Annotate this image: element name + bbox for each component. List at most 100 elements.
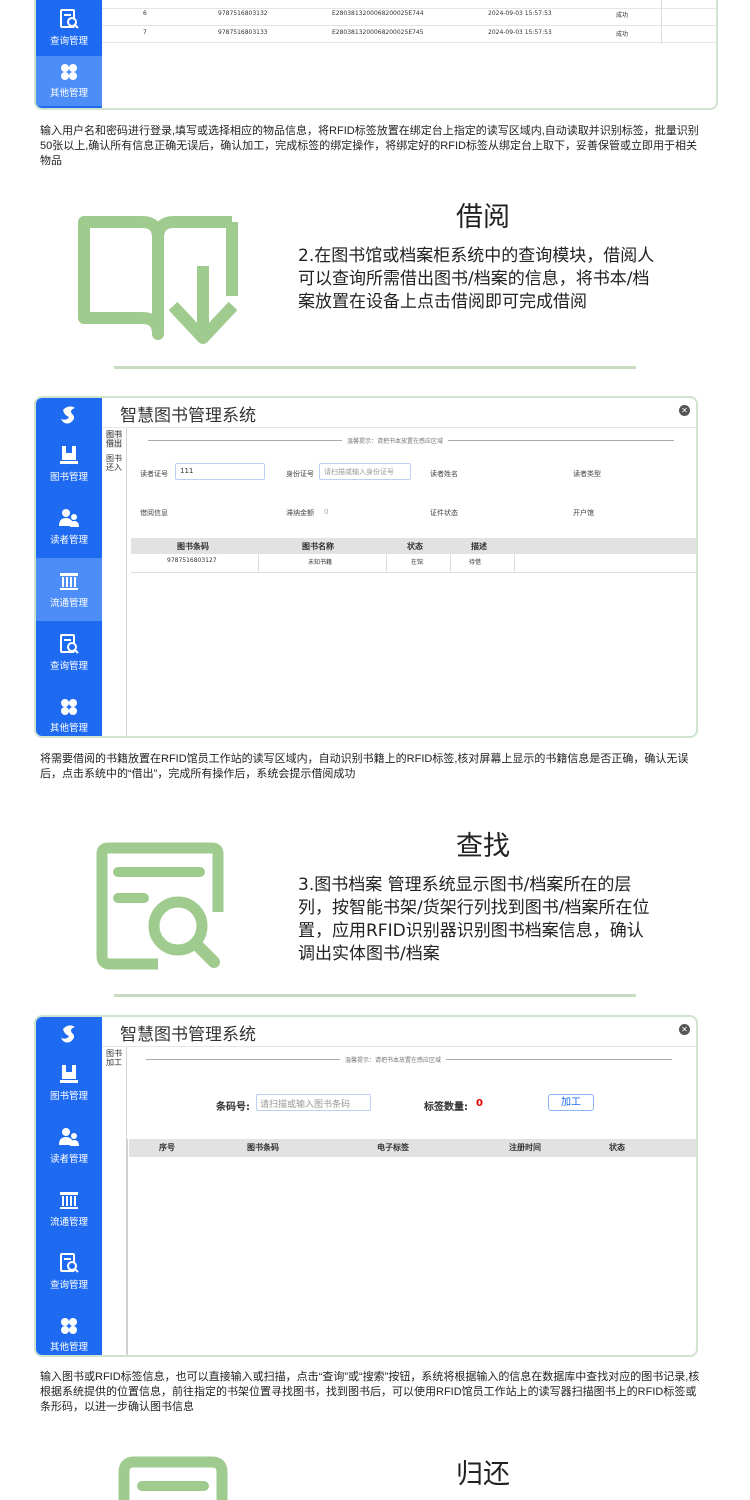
table-header: 序号 图书条码 电子标签 注册时间 状态 (129, 1139, 696, 1157)
row-status: 成功 (616, 31, 629, 38)
users-icon (59, 508, 79, 527)
sidebar-item-label: 其他管理 (49, 1341, 88, 1353)
sidebar-item-label: 图书管理 (49, 1090, 88, 1102)
sidebar-item-other[interactable]: 其他管理 (36, 1303, 102, 1355)
id-label: 身份证号 (286, 470, 314, 478)
row-time: 2024-09-03 15:57:53 (488, 10, 552, 17)
sidebar-item-query[interactable]: 查询管理 (36, 0, 102, 56)
close-icon[interactable]: ✕ (679, 405, 690, 416)
search-doc-icon (60, 633, 79, 654)
title-bar: 智慧图书管理系统 ✕ (102, 1017, 696, 1047)
sidebar: 图书管理 读者管理 流通管理 查询管理 其他管理 (36, 398, 102, 736)
divider (114, 994, 636, 997)
row-rfid: E2803813200068200025E744 (332, 10, 424, 17)
card-number-input[interactable]: 111 (175, 463, 265, 480)
id-number-input[interactable]: 请扫描或输入身份证号 (319, 463, 411, 480)
barcode-input[interactable]: 请扫描或输入图书条码 (256, 1094, 371, 1111)
card-label: 读者证号 (140, 470, 168, 478)
sidebar-item-circulation[interactable]: 流通管理 (36, 558, 102, 621)
borrow-info-label: 借阅信息 (140, 509, 168, 517)
row-number: 6 (143, 10, 147, 17)
sidebar-item-label: 查询管理 (49, 36, 88, 47)
table-row: 7 9787516803133 E2803813200068200025E745… (102, 29, 716, 43)
tab-return[interactable]: 图书还入 (106, 454, 122, 472)
branch-label: 开户馆 (573, 509, 594, 517)
app-logo (36, 1017, 102, 1051)
sidebar-item-readers[interactable]: 读者管理 (36, 1114, 102, 1177)
barcode-label: 条码号: (216, 1102, 250, 1113)
row-time: 2024-09-03 15:57:53 (488, 29, 552, 36)
row-rfid: E2803813200068200025E745 (332, 29, 424, 36)
sidebar-item-books[interactable]: 图书管理 (36, 1051, 102, 1114)
feature-title-return: 归还 (456, 1459, 510, 1490)
tab-process[interactable]: 图书加工 (106, 1049, 122, 1067)
divider (114, 366, 636, 369)
feature-desc-borrow: 2.在图书馆或档案柜系统中的查询模块，借阅人可以查询所需借出图书/档案的信息，将… (298, 246, 655, 312)
process-app-window: 图书管理 读者管理 流通管理 查询管理 其他管理 智慧图书管理系统 ✕ 图书加工… (34, 1015, 698, 1357)
name-label: 读者姓名 (430, 470, 458, 478)
hint-text: 温馨提示：请把书本放置在感应区域 (342, 436, 449, 445)
sidebar-item-label: 查询管理 (49, 1279, 88, 1291)
feature-title-search: 查找 (456, 831, 510, 862)
vertical-tabs: 图书加工 (102, 1047, 127, 1355)
borrow-app-window: 图书管理 读者管理 流通管理 查询管理 其他管理 智慧图书管理系统 ✕ 图书借出… (34, 396, 698, 738)
caption-search: 输入图书或RFID标签信息，也可以直接输入或扫描，点击“查询”或“搜索”按钮，系… (40, 1371, 700, 1413)
book-download-icon (78, 216, 238, 344)
sidebar: 查询管理 其他管理 (36, 0, 102, 108)
title-bar: 智慧图书管理系统 ✕ (102, 398, 696, 428)
sidebar-item-label: 读者管理 (49, 534, 88, 546)
tab-borrow[interactable]: 图书借出 (106, 430, 122, 448)
app-logo (36, 398, 102, 432)
sidebar-item-query[interactable]: 查询管理 (36, 1240, 102, 1303)
process-button[interactable]: 加工 (548, 1094, 594, 1111)
grid-icon (61, 698, 77, 715)
tag-count-label: 标签数量: (424, 1102, 468, 1113)
bookshelf-icon (60, 1191, 78, 1209)
deposit-label: 滞纳金额 (286, 509, 314, 517)
table-row[interactable]: 9787516803127 未知书籍 在馆 待借 (131, 557, 696, 571)
users-icon (59, 1127, 79, 1146)
feature-desc-search: 3.图书档案 管理系统显示图书/档案所在的层列，按智能书架/货架行列找到图书/档… (298, 875, 650, 964)
table-header: 图书条码 图书名称 状态 描述 (131, 538, 696, 554)
book-icon (60, 445, 78, 464)
app-title: 智慧图书管理系统 (120, 1025, 256, 1044)
sidebar: 图书管理 读者管理 流通管理 查询管理 其他管理 (36, 1017, 102, 1355)
sidebar-item-query[interactable]: 查询管理 (36, 621, 102, 684)
sidebar-item-other[interactable]: 其他管理 (36, 56, 102, 106)
close-icon[interactable]: ✕ (679, 1024, 690, 1035)
sidebar-item-label: 查询管理 (49, 660, 88, 672)
bookshelf-icon (60, 572, 78, 590)
sidebar-item-label: 其他管理 (49, 722, 88, 734)
app-title: 智慧图书管理系统 (120, 406, 256, 425)
sidebar-item-label: 读者管理 (49, 1153, 88, 1165)
vertical-divider (127, 1139, 128, 1355)
sidebar-item-label: 图书管理 (49, 471, 88, 483)
search-doc-icon (60, 1252, 79, 1273)
return-icon (118, 1456, 228, 1500)
row-barcode: 9787516803133 (218, 29, 268, 36)
vertical-tabs: 图书借出 图书还入 (102, 428, 127, 736)
sidebar-item-books[interactable]: 图书管理 (36, 432, 102, 495)
search-doc-icon (60, 9, 79, 29)
document-search-icon (96, 842, 224, 970)
feature-title-borrow: 借阅 (456, 202, 510, 233)
book-icon (60, 1064, 78, 1083)
row-number: 7 (143, 29, 147, 36)
type-label: 读者类型 (573, 470, 601, 478)
row-barcode: 9787516803132 (218, 10, 268, 17)
sidebar-item-label: 流通管理 (49, 597, 88, 609)
row-status: 成功 (616, 12, 629, 19)
sidebar-item-label: 流通管理 (49, 1216, 88, 1228)
hint-text: 温馨提示：请把书本放置在感应区域 (340, 1055, 447, 1064)
caption-binding: 输入用户名和密码进行登录,填写或选择相应的物品信息，将RFID标签放置在绑定台上… (40, 125, 699, 167)
grid-icon (61, 1317, 77, 1334)
grid-icon (61, 64, 77, 80)
sidebar-item-circulation[interactable]: 流通管理 (36, 1177, 102, 1240)
sidebar-item-other[interactable]: 其他管理 (36, 684, 102, 736)
cert-status-label: 证件状态 (430, 509, 458, 517)
top-app-window: 查询管理 其他管理 6 9787516803132 E2803813200068… (34, 0, 718, 110)
tag-count-value: 0 (476, 1098, 483, 1109)
caption-borrow: 将需要借阅的书籍放置在RFID馆员工作站的读写区域内，自动识别书籍上的RFID标… (40, 753, 689, 780)
sidebar-item-readers[interactable]: 读者管理 (36, 495, 102, 558)
deposit-value: 0 (324, 508, 329, 516)
